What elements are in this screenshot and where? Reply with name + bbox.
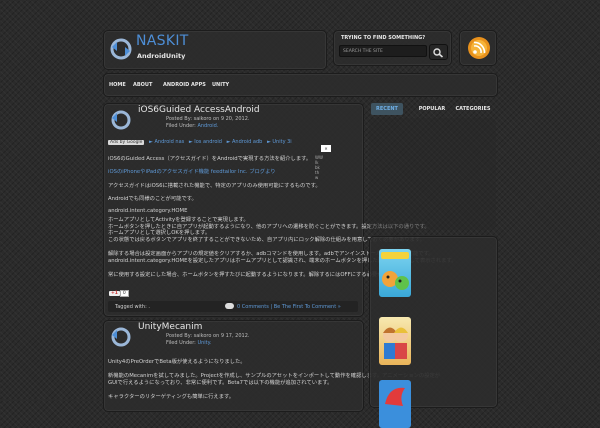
post-text: Androidでも同様のことが可能です。 bbox=[108, 196, 197, 202]
rss-feed-button[interactable] bbox=[459, 30, 497, 66]
post-text: キャラクターのリターゲティングも簡単に行えます。 bbox=[108, 394, 235, 400]
google-plus-button[interactable]: +1 0 bbox=[109, 290, 129, 297]
nav-item-home[interactable]: HOME bbox=[109, 82, 126, 88]
post-footer: Tagged with: . 0 Comments | Be The First… bbox=[108, 301, 358, 312]
search-box: TRYING TO FIND SOMETHING? SEARCH THE SIT… bbox=[333, 30, 452, 66]
post-text: 常に使用する設定にした場合、ホームボタンを押すたびに起動するようになります。解除… bbox=[108, 272, 409, 278]
game-ad-art-icon bbox=[383, 327, 408, 359]
post-icon bbox=[111, 327, 131, 347]
category-link[interactable]: Unity. bbox=[197, 340, 211, 346]
post-text: GUIで行えるようになっており、非常に便利です。Beta7では以下の機能が追加さ… bbox=[108, 380, 333, 386]
sidebar-tabs: RECENT POPULAR CATEGORIES bbox=[369, 103, 496, 115]
ad-link[interactable]: ► Android nas bbox=[149, 139, 184, 145]
ad-link-unit: Ads by Google ► Android nas ► Ios androi… bbox=[108, 139, 292, 145]
search-button[interactable] bbox=[429, 44, 448, 60]
ad-link[interactable]: ► Unity 3i bbox=[267, 139, 292, 145]
main-nav: HOME ABOUT ANDROID APPS UNITY bbox=[103, 73, 498, 97]
nav-item-about[interactable]: ABOUT bbox=[133, 82, 152, 88]
post-text: Unity4のPreOrderでBeta版が使えるようになりました。 bbox=[108, 359, 246, 365]
post-meta-posted: Posted By: saikoro on 9 20, 2012. bbox=[166, 116, 250, 122]
category-link[interactable]: Android. bbox=[197, 123, 218, 129]
rss-feed-icon bbox=[468, 37, 490, 59]
ad-link[interactable]: ► Android adb bbox=[227, 139, 263, 145]
post-icon bbox=[111, 110, 131, 130]
site-description: AndroidUnity bbox=[137, 52, 186, 60]
post-link[interactable]: iOSのiPhoneやiPadのアクセスガイド機能 feedtailor Inc… bbox=[108, 167, 276, 175]
game-ad-art-icon bbox=[381, 252, 409, 290]
nav-item-unity[interactable]: UNITY bbox=[212, 82, 229, 88]
magnifier-icon bbox=[433, 48, 444, 58]
post-text: iOS6のGuided Access（アクセスガイド）をAndroidで実現する… bbox=[108, 156, 312, 162]
plus-one-count: 0 bbox=[119, 290, 129, 297]
ad-side-line: w bbox=[315, 175, 319, 180]
post-meta-filed: Filed Under: Android. bbox=[166, 123, 218, 129]
filed-under-label: Filed Under: bbox=[166, 340, 196, 346]
post-text: アクセスガイドはiOS6に搭載された機能で、特定のアプリのみ使用可能にするもので… bbox=[108, 183, 321, 189]
ad-link[interactable]: ► Ios android bbox=[189, 139, 222, 145]
post-card: UnityMecanim Posted By: saikoro on 9 17,… bbox=[103, 320, 440, 412]
ad-close-icon[interactable]: ✕ bbox=[321, 145, 331, 152]
search-input[interactable]: SEARCH THE SITE bbox=[339, 45, 427, 57]
tab-recent[interactable]: RECENT bbox=[371, 103, 403, 115]
comment-bubble-icon bbox=[225, 303, 234, 309]
game-ad-image[interactable] bbox=[379, 249, 411, 297]
ads-by-google-badge[interactable]: Ads by Google bbox=[108, 140, 145, 145]
post-meta-filed: Filed Under: Unity. bbox=[166, 340, 211, 346]
search-label: TRYING TO FIND SOMETHING? bbox=[341, 35, 426, 41]
tab-categories[interactable]: CATEGORIES bbox=[455, 103, 491, 115]
post-meta-posted: Posted By: saikoro on 9 17, 2012. bbox=[166, 333, 250, 339]
tab-popular[interactable]: POPULAR bbox=[415, 103, 449, 115]
nav-item-android-apps[interactable]: ANDROID APPS bbox=[163, 82, 206, 88]
post-code: android.intent.category.HOME bbox=[108, 208, 188, 214]
game-ad-image[interactable] bbox=[379, 317, 411, 365]
site-header: NASKIT AndroidUnity bbox=[103, 30, 327, 70]
tagged-with: Tagged with: . bbox=[115, 304, 150, 310]
sidebar-ad bbox=[369, 236, 498, 428]
game-ad-image[interactable] bbox=[379, 380, 411, 428]
post-card: iOS6Guided AccessAndroid Posted By: saik… bbox=[103, 103, 457, 317]
post-title[interactable]: UnityMecanim bbox=[138, 322, 202, 332]
plus-one-label: +1 bbox=[109, 291, 120, 296]
logo-icon bbox=[110, 38, 132, 60]
game-ad-art-icon bbox=[385, 387, 405, 406]
site-title[interactable]: NASKIT bbox=[136, 33, 189, 49]
ad-side-text: WW lk bk th w bbox=[315, 155, 323, 180]
filed-under-label: Filed Under: bbox=[166, 123, 196, 129]
post-title[interactable]: iOS6Guided AccessAndroid bbox=[138, 105, 260, 115]
comments-link[interactable]: 0 Comments | Be The First To Comment » bbox=[237, 304, 341, 310]
sidebar-tab-panel bbox=[369, 118, 496, 230]
